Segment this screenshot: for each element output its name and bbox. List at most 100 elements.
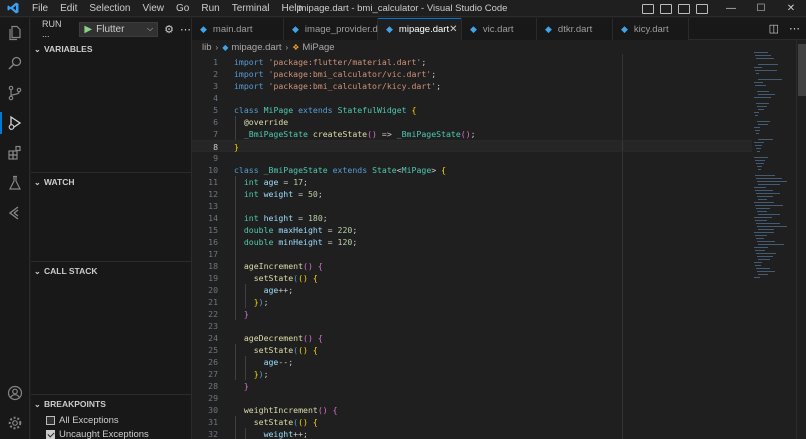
menu-terminal[interactable]: Terminal — [226, 0, 276, 17]
explorer-icon[interactable] — [0, 18, 30, 48]
code-line[interactable]: 27 }); — [192, 368, 752, 380]
menu-view[interactable]: View — [137, 0, 171, 17]
tab-vic-dart[interactable]: ◆ vic.dart — [462, 18, 537, 40]
minimap-line — [755, 130, 760, 131]
code-line[interactable]: 1 import 'package:flutter/material.dart'; — [192, 56, 752, 68]
code-line[interactable]: 7 _BmiPageState createState() => _BmiPag… — [192, 128, 752, 140]
code-line[interactable]: 28 } — [192, 380, 752, 392]
testing-icon[interactable] — [0, 168, 30, 198]
breakpoint-uncaught-exceptions[interactable]: Uncaught Exceptions — [31, 427, 192, 439]
minimap[interactable] — [752, 40, 796, 439]
breadcrumb-file[interactable]: mipage.dart — [231, 42, 281, 53]
maximize-button[interactable]: ☐ — [746, 0, 776, 17]
indent-guide — [235, 116, 236, 140]
tab-main-dart[interactable]: ◆ main.dart — [192, 18, 284, 40]
watch-header[interactable]: ⌄ WATCH — [31, 173, 192, 191]
breakpoints-header[interactable]: ⌄ BREAKPOINTS — [31, 395, 192, 413]
code-line[interactable]: 16 double minHeight = 120; — [192, 236, 752, 248]
tab-kicy-dart[interactable]: ◆ kicy.dart — [613, 18, 689, 40]
extensions-icon[interactable] — [0, 138, 30, 168]
minimize-button[interactable]: — — [716, 0, 746, 17]
scrollbar-thumb[interactable] — [798, 44, 806, 96]
code-text: } — [243, 309, 249, 319]
breakpoint-all-exceptions[interactable]: All Exceptions — [31, 413, 192, 427]
minimap-line — [754, 247, 768, 248]
line-number: 11 — [208, 177, 218, 187]
code-line[interactable]: 9 — [192, 152, 752, 164]
code-line[interactable]: 3 import 'package:bmi_calculator/kicy.dar… — [192, 80, 752, 92]
line-number: 31 — [208, 417, 218, 427]
code-line[interactable]: 24 ageDecrement() { — [192, 332, 752, 344]
call-stack-header[interactable]: ⌄ CALL STACK — [31, 262, 192, 280]
toggle-panel-icon[interactable] — [660, 3, 672, 14]
code-line[interactable]: 15 double maxHeight = 220; — [192, 224, 752, 236]
code-line[interactable]: 19 setState(() { — [192, 272, 752, 284]
code-line[interactable]: 29 — [192, 392, 752, 404]
code-line[interactable]: 31 setState(() { — [192, 416, 752, 428]
start-debugging-icon[interactable]: ▶ — [84, 24, 92, 35]
code-line[interactable]: 20 age++; — [192, 284, 752, 296]
code-line[interactable]: 17 — [192, 248, 752, 260]
toggle-sidebar-icon[interactable] — [642, 3, 654, 14]
more-actions-icon[interactable]: ⋯ — [180, 23, 191, 36]
customize-layout-icon[interactable] — [696, 3, 708, 14]
code-line[interactable]: 18 ageIncrement() { — [192, 260, 752, 272]
code-line[interactable]: 13 — [192, 200, 752, 212]
settings-gear-icon[interactable] — [0, 408, 30, 438]
search-icon[interactable] — [0, 48, 30, 78]
code-editor[interactable]: 1 import 'package:flutter/material.dart';… — [192, 54, 752, 439]
split-editor-icon[interactable]: ◫ — [769, 22, 779, 35]
accounts-icon[interactable] — [0, 378, 30, 408]
close-tab-icon[interactable]: ✕ — [449, 24, 457, 35]
code-line[interactable]: 21 }); — [192, 296, 752, 308]
uncaught-exceptions-checkbox[interactable] — [46, 429, 55, 439]
variables-header[interactable]: ⌄ VARIABLES — [31, 40, 192, 58]
code-line[interactable]: 32 weight++; — [192, 428, 752, 439]
code-line[interactable]: 30 weightIncrement() { — [192, 404, 752, 416]
code-line[interactable]: 5 class MiPage extends StatefulWidget { — [192, 104, 752, 116]
tab-dtkr-dart[interactable]: ◆ dtkr.dart — [537, 18, 613, 40]
flutter-icon[interactable] — [0, 198, 30, 228]
minimap-line — [754, 142, 764, 143]
code-line[interactable]: 6 @override — [192, 116, 752, 128]
menu-edit[interactable]: Edit — [54, 0, 83, 17]
menu-go[interactable]: Go — [170, 0, 195, 17]
code-line[interactable]: 22 } — [192, 308, 752, 320]
code-line[interactable]: 4 — [192, 92, 752, 104]
editor-scrollbar[interactable] — [796, 40, 806, 439]
code-text: setState(() { — [253, 345, 318, 355]
open-launch-json-gear-icon[interactable]: ⚙ — [164, 23, 174, 36]
chevron-down-icon: ⌄ — [34, 266, 41, 276]
breadcrumb-symbol[interactable]: MiPage — [302, 42, 334, 53]
more-actions-icon[interactable]: ⋯ — [789, 22, 800, 35]
minimap-line — [754, 232, 774, 233]
debug-configuration-select[interactable]: ▶ Flutter ⌵ — [79, 21, 159, 37]
menu-selection[interactable]: Selection — [83, 0, 136, 17]
menu-run[interactable]: Run — [195, 0, 225, 17]
code-line[interactable]: 12 int weight = 50; — [192, 188, 752, 200]
tab-image-provider-dart[interactable]: ◆ image_provider.dart — [284, 18, 389, 40]
code-text: double maxHeight = 220; — [243, 225, 358, 235]
minimap-line — [756, 58, 774, 59]
breadcrumb-folder[interactable]: lib — [202, 42, 212, 53]
close-window-button[interactable]: ✕ — [776, 0, 806, 17]
code-line[interactable]: 25 setState(() { — [192, 344, 752, 356]
menu-file[interactable]: File — [26, 0, 54, 17]
code-line[interactable]: 11 int age = 17; — [192, 176, 752, 188]
tab-mipage-dart[interactable]: ◆ mipage.dart ✕ — [378, 18, 462, 40]
code-line[interactable]: 23 — [192, 320, 752, 332]
source-control-icon[interactable] — [0, 78, 30, 108]
menu-help[interactable]: Help — [276, 0, 309, 17]
code-line[interactable]: 14 int height = 180; — [192, 212, 752, 224]
line-number: 14 — [208, 213, 218, 223]
minimap-line — [756, 103, 769, 104]
all-exceptions-checkbox[interactable] — [46, 415, 55, 425]
run-and-debug-icon[interactable] — [0, 108, 30, 138]
code-line[interactable]: 2 import 'package:bmi_calculator/vic.dart… — [192, 68, 752, 80]
minimap-line — [756, 193, 780, 194]
toggle-secondary-sidebar-icon[interactable] — [678, 3, 690, 14]
code-line[interactable]: 8} — [192, 140, 752, 152]
line-number: 27 — [208, 369, 218, 379]
code-line[interactable]: 10 class _BmiPageState extends State<MiPa… — [192, 164, 752, 176]
code-line[interactable]: 26 age--; — [192, 356, 752, 368]
